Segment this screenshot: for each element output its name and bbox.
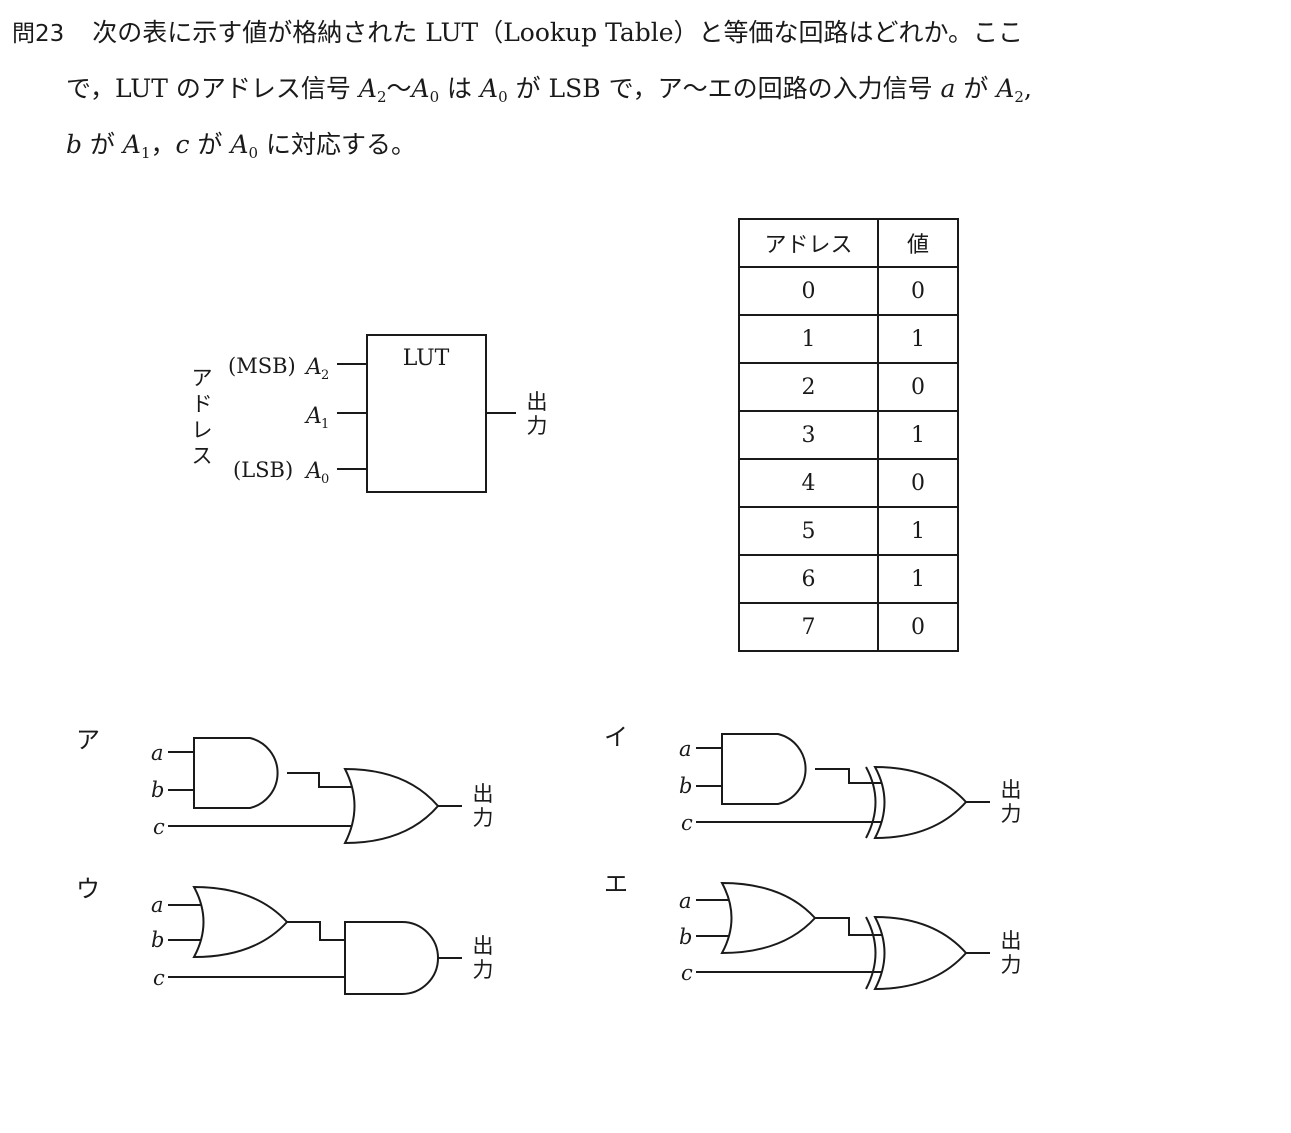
address-cell: 6 [738,554,879,604]
value-cell: 1 [877,554,959,604]
output-char: 出 [1001,929,1022,953]
value-cell: 1 [877,314,959,364]
value-cell: 0 [877,602,959,652]
xor-input-curve [865,916,877,990]
a1-label: A [304,404,322,429]
option-label: イ [604,723,628,751]
lut-output-char: 出 [527,390,548,414]
xor-input-curve [865,766,877,839]
input-label-a: a [679,737,692,761]
a1-subscript: 1 [321,417,329,432]
a2-label: A [304,355,322,380]
option-label: エ [604,870,628,898]
option-u-circuit: ウ a b c 出 力 [76,875,494,995]
xor-gate [873,915,968,991]
address-cell: 4 [738,458,879,508]
address-cell: 2 [738,362,879,412]
address-side-char: レ [192,418,213,442]
input-label-c: c [153,815,165,839]
table-row: 70 [738,602,959,652]
table-row: 61 [738,554,959,604]
address-side-char: ス [192,444,213,468]
a0-label: A [304,459,322,484]
input-label-c: c [153,966,165,990]
address-cell: 7 [738,602,879,652]
header-value: 値 [877,218,959,268]
msb-label: (MSB) [228,354,296,378]
address-side-char: ド [192,392,213,416]
value-cell: 1 [877,506,959,556]
input-label-a: a [151,741,164,765]
diagrams: LUT (MSB) A 2 A 1 (LSB) A 0 ア ド レ ス 出 力 … [76,334,1022,995]
input-label-c: c [681,811,693,835]
lut-output-char: 力 [527,414,548,438]
input-label-b: b [679,925,692,949]
value-cell: 0 [877,458,959,508]
and-gate [721,733,807,805]
or-gate [720,881,817,955]
lut-value-table: アドレス 値 00 11 20 31 40 51 61 70 [738,218,959,652]
table-row: 51 [738,506,959,556]
address-cell: 5 [738,506,879,556]
input-label-a: a [679,889,692,913]
wire [287,772,356,788]
input-label-c: c [681,961,693,985]
xor-gate [873,765,968,840]
output-char: 出 [1001,778,1022,802]
table-row: 31 [738,410,959,460]
input-label-b: b [151,928,164,952]
input-label-a: a [151,893,164,917]
a2-subscript: 2 [321,368,329,383]
value-cell: 0 [877,362,959,412]
and-gate [344,921,439,995]
or-gate [343,767,440,845]
lut-block-label: LUT [403,346,450,371]
output-char: 力 [473,806,494,830]
table-row: 11 [738,314,959,364]
output-char: 出 [473,782,494,806]
lut-diagram: LUT (MSB) A 2 A 1 (LSB) A 0 ア ド レ ス 出 力 [192,334,548,493]
wire [287,921,345,941]
table-header-row: アドレス 値 [738,218,959,268]
address-cell: 0 [738,266,879,316]
and-gate [193,737,279,809]
option-i-circuit: イ a b c 出 力 [604,723,1022,840]
value-cell: 0 [877,266,959,316]
or-gate [192,885,289,959]
value-cell: 1 [877,410,959,460]
output-char: 力 [1001,802,1022,826]
output-char: 出 [473,934,494,958]
address-cell: 1 [738,314,879,364]
header-address: アドレス [738,218,879,268]
output-char: 力 [473,958,494,982]
option-label: ウ [76,875,100,903]
input-label-b: b [151,778,164,802]
option-label: ア [76,726,100,754]
input-label-b: b [679,774,692,798]
option-a-circuit: ア a b c 出 力 [76,726,494,845]
output-char: 力 [1001,953,1022,977]
a0-subscript: 0 [321,472,329,487]
table-row: 20 [738,362,959,412]
table-row: 00 [738,266,959,316]
option-e-circuit: エ a b c 出 力 [604,870,1022,991]
address-cell: 3 [738,410,879,460]
lsb-label: (LSB) [233,458,293,482]
table-row: 40 [738,458,959,508]
address-side-char: ア [192,366,213,390]
